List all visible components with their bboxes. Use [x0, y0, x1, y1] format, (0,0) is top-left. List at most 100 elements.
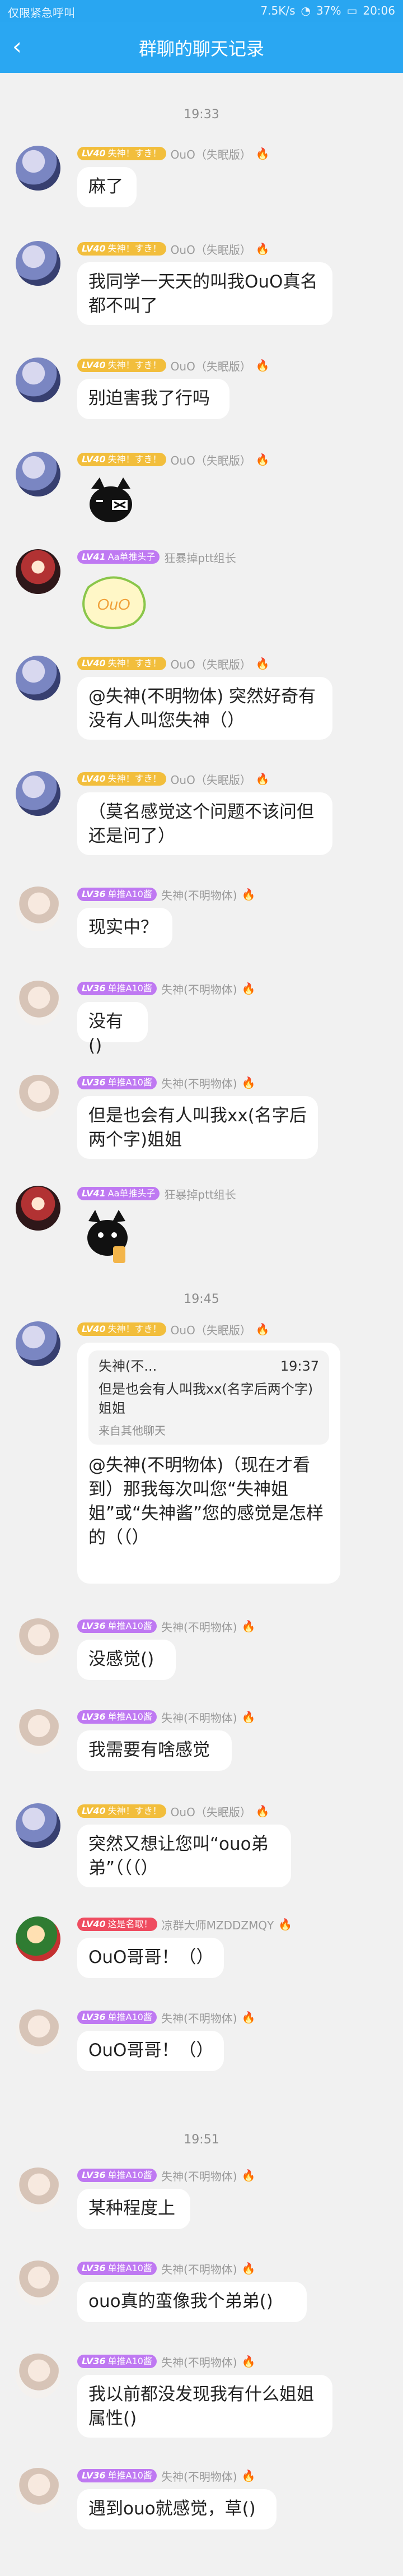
message-row: LV40 失神！すき！ OuO（失眠版） 🔥 我同学一天天的叫我OuO真名都不叫了 — [0, 241, 403, 342]
avatar[interactable] — [16, 1709, 60, 1754]
sender-meta: LV40 这是名取！ 凉群大师MZDDZMQY 🔥 — [77, 1916, 292, 1932]
message-bubble[interactable]: 别迫害我了行吗 — [77, 379, 229, 419]
clock: 20:06 — [363, 4, 395, 17]
message-row: LV40 这是名取！ 凉群大师MZDDZMQY 🔥 OuO哥哥！（） — [0, 1916, 403, 1995]
level-badge: LV41 Aa单推头子 — [77, 550, 160, 564]
message-row: LV41 Aa单推头子 狂暴掉ptt组长 — [0, 1186, 403, 1281]
level-badge: LV40 失神！すき！ — [77, 1804, 166, 1818]
message-bubble[interactable]: 某种程度上 — [77, 2189, 190, 2229]
message-bubble[interactable]: @失神(不明物体) 突然好奇有没有人叫您失神（） — [77, 677, 332, 740]
sender-name: OuO（失眠版） — [170, 453, 251, 467]
avatar[interactable] — [16, 2009, 60, 2054]
status-left-text: 仅限紧急呼叫 — [8, 6, 75, 20]
level-badge: LV40 失神！すき！ — [77, 147, 166, 160]
avatar[interactable] — [16, 656, 60, 700]
message-bubble[interactable]: OuO哥哥！（） — [77, 1938, 224, 1978]
level-badge: LV36 单推A10酱 — [77, 982, 157, 995]
sender-name: 失神(不明物体) — [161, 1076, 237, 1090]
sender-meta: LV36 单推A10酱 失神(不明物体) 🔥 — [77, 1618, 255, 1634]
ouo-sticker[interactable]: OuO — [77, 570, 150, 634]
message-row: LV36 单推A10酱 失神(不明物体) 🔥 但是也会有人叫我xx(名字后两个字)… — [0, 1075, 403, 1176]
fire-icon: 🔥 — [255, 1322, 270, 1336]
avatar[interactable] — [16, 981, 60, 1025]
message-row: LV40 失神！すき！ OuO（失眠版） 🔥 突然又想让您叫“ouo弟弟”（（（） — [0, 1803, 403, 1904]
message-bubble[interactable]: 遇到ouo就感觉，草() — [77, 2489, 277, 2529]
avatar[interactable] — [16, 452, 60, 496]
avatar[interactable] — [16, 358, 60, 402]
fire-icon: 🔥 — [241, 888, 256, 901]
sender-meta: LV36 单推A10酱 失神(不明物体) 🔥 — [77, 2354, 255, 2369]
level-badge: LV41 Aa单推头子 — [77, 1187, 160, 1200]
message-bubble[interactable]: 没感觉() — [77, 1640, 176, 1680]
sender-meta: LV40 失神！すき！ OuO（失眠版） 🔥 — [77, 771, 270, 787]
level-badge: LV40 失神！すき！ — [77, 453, 166, 466]
sender-meta: LV41 Aa单推头子 狂暴掉ptt组长 — [77, 1186, 236, 1201]
quoted-sender: 失神(不... — [99, 1358, 157, 1374]
message-row: LV41 Aa单推头子 狂暴掉ptt组长 OuO — [0, 549, 403, 644]
message-bubble[interactable]: 我同学一天天的叫我OuO真名都不叫了 — [77, 262, 332, 325]
sender-meta: LV40 失神！すき！ OuO（失眠版） 🔥 — [77, 656, 270, 671]
quoted-message[interactable]: 失神(不... 19:37 但是也会有人叫我xx(名字后两个字)姐姐 来自其他聊… — [88, 1350, 329, 1445]
level-badge: LV40 失神！すき！ — [77, 657, 166, 670]
sender-name: 失神(不明物体) — [161, 888, 237, 902]
sender-meta: LV40 失神！すき！ OuO（失眠版） 🔥 — [77, 241, 270, 257]
message-bubble[interactable]: 没有() — [77, 1002, 148, 1056]
message-row: LV40 失神！すき！ OuO（失眠版） 🔥 @失神(不明物体) 突然好奇有没有人… — [0, 656, 403, 756]
avatar[interactable] — [16, 1075, 60, 1120]
sender-name: 失神(不明物体) — [161, 2169, 237, 2183]
reply-message-bubble[interactable]: 失神(不... 19:37 但是也会有人叫我xx(名字后两个字)姐姐 来自其他聊… — [77, 1343, 340, 1584]
level-badge: LV36 单推A10酱 — [77, 1076, 157, 1089]
battery-level: 37% — [316, 4, 341, 17]
avatar[interactable] — [16, 2261, 60, 2305]
fire-icon: 🔥 — [241, 2469, 256, 2482]
level-badge: LV36 单推A10酱 — [77, 2469, 157, 2482]
message-bubble[interactable]: ouo真的蛮像我个弟弟() — [77, 2282, 307, 2322]
message-bubble[interactable]: 麻了 — [77, 167, 137, 207]
avatar[interactable] — [16, 771, 60, 816]
avatar[interactable] — [16, 1803, 60, 1848]
avatar[interactable] — [16, 1321, 60, 1366]
level-badge: LV36 单推A10酱 — [77, 2262, 157, 2275]
sender-name: 失神(不明物体) — [161, 2011, 237, 2025]
message-row: LV40 失神！すき！ OuO（失眠版） 🔥 — [0, 452, 403, 536]
level-badge: LV36 单推A10酱 — [77, 1710, 157, 1724]
message-row: LV36 单推A10酱 失神(不明物体) 🔥 ouo真的蛮像我个弟弟() — [0, 2261, 403, 2339]
message-bubble[interactable]: 我以前都没发现我有什么姐姐属性() — [77, 2375, 332, 2438]
avatar[interactable] — [16, 241, 60, 286]
message-row: LV36 单推A10酱 失神(不明物体) 🔥 没感觉() — [0, 1618, 403, 1697]
message-row: LV36 单推A10酱 失神(不明物体) 🔥 现实中？ — [0, 886, 403, 965]
cat-sticker[interactable] — [77, 473, 144, 531]
avatar[interactable] — [16, 549, 60, 594]
avatar[interactable] — [16, 1618, 60, 1663]
sender-name: 失神(不明物体) — [161, 2262, 237, 2276]
avatar[interactable] — [16, 1916, 60, 1961]
message-bubble[interactable]: 我需要有啥感觉 — [77, 1730, 232, 1771]
fire-icon: 🔥 — [241, 2011, 256, 2024]
level-badge: LV40 失神！すき！ — [77, 1322, 166, 1336]
avatar[interactable] — [16, 2354, 60, 2398]
sender-meta: LV36 单推A10酱 失神(不明物体) 🔥 — [77, 981, 255, 996]
status-bar: 仅限紧急呼叫 7.5K/s ◔ 37% ▭ 20:06 — [0, 0, 403, 22]
message-bubble[interactable]: OuO哥哥！（） — [77, 2031, 224, 2071]
avatar[interactable] — [16, 1186, 60, 1231]
level-badge: LV40 失神！すき！ — [77, 772, 166, 786]
message-bubble[interactable]: 但是也会有人叫我xx(名字后两个字)姐姐 — [77, 1096, 318, 1159]
message-bubble[interactable]: 现实中？ — [77, 908, 172, 948]
level-badge: LV36 单推A10酱 — [77, 2355, 157, 2368]
sender-meta: LV36 单推A10酱 失神(不明物体) 🔥 — [77, 2261, 255, 2276]
sender-meta: LV40 失神！すき！ OuO（失眠版） 🔥 — [77, 358, 270, 373]
fire-icon: 🔥 — [255, 242, 270, 256]
sender-meta: LV40 失神！すき！ OuO（失眠版） 🔥 — [77, 146, 270, 161]
fire-icon: 🔥 — [255, 657, 270, 670]
message-bubble[interactable]: （莫名感觉这个问题不该问但还是问了） — [77, 792, 332, 855]
avatar[interactable] — [16, 2167, 60, 2212]
level-badge: LV36 单推A10酱 — [77, 2169, 157, 2182]
cat-drink-sticker[interactable] — [77, 1207, 139, 1271]
avatar[interactable] — [16, 146, 60, 191]
network-speed: 7.5K/s — [260, 4, 296, 17]
message-bubble[interactable]: 突然又想让您叫“ouo弟弟”（（（） — [77, 1825, 291, 1887]
avatar[interactable] — [16, 2468, 60, 2513]
level-badge: LV40 这是名取！ — [77, 1918, 157, 1931]
avatar[interactable] — [16, 886, 60, 931]
sender-name: OuO（失眠版） — [170, 1805, 251, 1819]
